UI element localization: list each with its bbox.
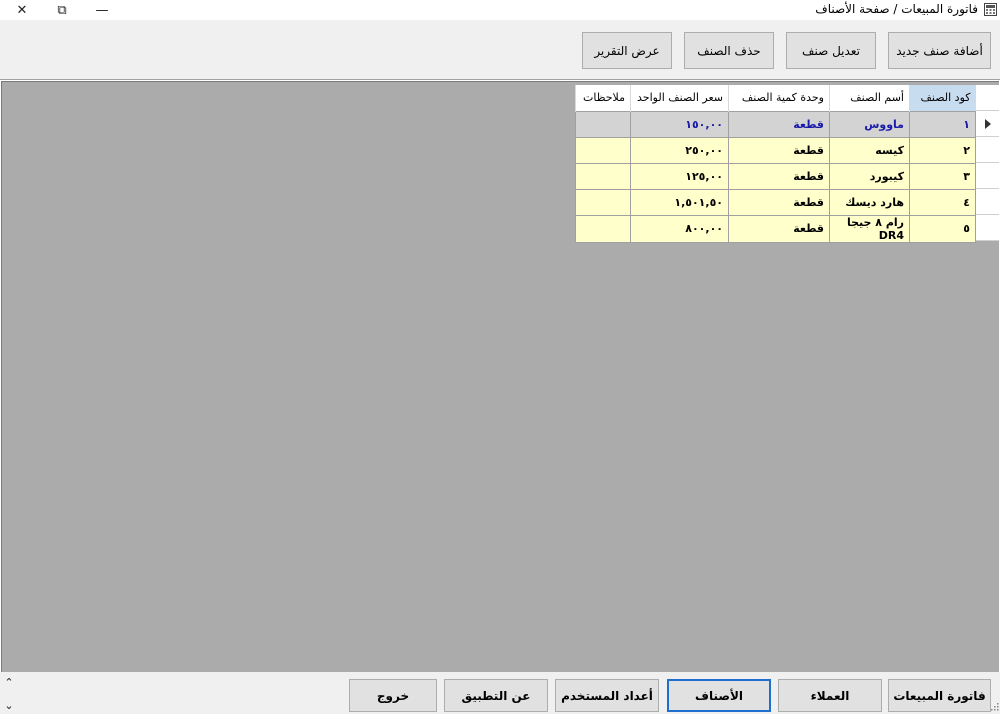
cell-price[interactable]: ٨٠٠,٠٠ [630, 214, 729, 243]
edit-item-button[interactable]: تعديل صنف [786, 32, 876, 69]
cell-notes[interactable] [575, 188, 631, 216]
cell-code[interactable]: ١ [909, 110, 976, 138]
nav-user-settings-button[interactable]: أعداد المستخدم [555, 679, 659, 712]
column-header-name[interactable]: أسم الصنف [829, 85, 910, 111]
cell-unit[interactable]: قطعة [728, 110, 830, 138]
cell-unit[interactable]: قطعة [728, 136, 830, 164]
row-header[interactable] [976, 111, 999, 137]
resize-grip-icon[interactable] [990, 702, 999, 711]
app-window-icon [984, 3, 997, 16]
table-header-row: كود الصنف أسم الصنف وحدة كمية الصنف سعر … [575, 85, 976, 111]
row-header[interactable] [976, 163, 999, 189]
row-header[interactable] [976, 189, 999, 215]
row-headers [976, 85, 999, 241]
column-header-code[interactable]: كود الصنف [909, 85, 976, 111]
cell-name[interactable]: ماووس [829, 110, 910, 138]
add-item-button[interactable]: أضافة صنف جديد [888, 32, 991, 69]
row-header-corner [976, 85, 999, 111]
cell-unit[interactable]: قطعة [728, 162, 830, 190]
nav-sales-invoice-button[interactable]: فاتورة المبيعات [888, 679, 991, 712]
table-row[interactable]: ٥ رام ٨ جيجا DR4 قطعة ٨٠٠,٠٠ [575, 214, 976, 243]
nav-customers-button[interactable]: العملاء [778, 679, 882, 712]
cell-code[interactable]: ٢ [909, 136, 976, 164]
cell-notes[interactable] [575, 214, 631, 243]
delete-item-button[interactable]: حذف الصنف [684, 32, 774, 69]
toolbar: أضافة صنف جديد تعديل صنف حذف الصنف عرض ا… [0, 20, 1000, 80]
exit-button[interactable]: خروج [349, 679, 437, 712]
cell-unit[interactable]: قطعة [728, 188, 830, 216]
table-row[interactable]: ٣ كيبورد قطعة ١٢٥,٠٠ [575, 162, 976, 190]
cell-price[interactable]: ١٥٠,٠٠ [630, 110, 729, 138]
cell-name[interactable]: هارد ديسك [829, 188, 910, 216]
restore-icon: ⧉ [57, 2, 67, 18]
cell-notes[interactable] [575, 136, 631, 164]
cell-unit[interactable]: قطعة [728, 214, 830, 243]
table-row[interactable]: ٢ كيسه قطعة ٢٥٠,٠٠ [575, 136, 976, 164]
close-icon: ✕ [16, 2, 28, 18]
minimize-window-button[interactable]: — [82, 0, 122, 20]
column-header-price[interactable]: سعر الصنف الواحد [630, 85, 729, 111]
cell-code[interactable]: ٣ [909, 162, 976, 190]
items-table: كود الصنف أسم الصنف وحدة كمية الصنف سعر … [575, 85, 976, 243]
cell-code[interactable]: ٥ [909, 214, 976, 243]
view-report-button[interactable]: عرض التقرير [582, 32, 672, 69]
cell-notes[interactable] [575, 162, 631, 190]
window-title: فاتورة المبيعات / صفحة الأصناف [815, 2, 978, 16]
cell-name[interactable]: كيسه [829, 136, 910, 164]
column-header-unit[interactable]: وحدة كمية الصنف [728, 85, 830, 111]
minimize-icon: — [95, 2, 109, 18]
restore-window-button[interactable]: ⧉ [42, 0, 82, 20]
chevron-down-icon[interactable]: ⌄ [2, 698, 16, 712]
cell-notes[interactable] [575, 110, 631, 138]
row-pointer-icon [985, 119, 991, 129]
cell-name[interactable]: رام ٨ جيجا DR4 [829, 214, 910, 243]
row-header[interactable] [976, 137, 999, 163]
cell-price[interactable]: ١,٥٠١,٥٠ [630, 188, 729, 216]
items-grid-area: كود الصنف أسم الصنف وحدة كمية الصنف سعر … [1, 81, 999, 672]
row-header[interactable] [976, 215, 999, 241]
cell-price[interactable]: ١٢٥,٠٠ [630, 162, 729, 190]
close-window-button[interactable]: ✕ [2, 0, 42, 20]
nav-about-button[interactable]: عن التطبيق [444, 679, 548, 712]
cell-name[interactable]: كيبورد [829, 162, 910, 190]
cell-code[interactable]: ٤ [909, 188, 976, 216]
chevron-up-icon[interactable]: ⌃ [2, 675, 16, 689]
table-row[interactable]: ١ ماووس قطعة ١٥٠,٠٠ [575, 110, 976, 138]
table-row[interactable]: ٤ هارد ديسك قطعة ١,٥٠١,٥٠ [575, 188, 976, 216]
column-header-notes[interactable]: ملاحظات [575, 85, 631, 111]
cell-price[interactable]: ٢٥٠,٠٠ [630, 136, 729, 164]
bottom-nav-bar: ⌃ ⌄ فاتورة المبيعات العملاء الأصناف أعدا… [0, 672, 1000, 714]
title-bar: ✕ ⧉ — فاتورة المبيعات / صفحة الأصناف [0, 0, 1000, 20]
nav-items-button[interactable]: الأصناف [667, 679, 771, 712]
